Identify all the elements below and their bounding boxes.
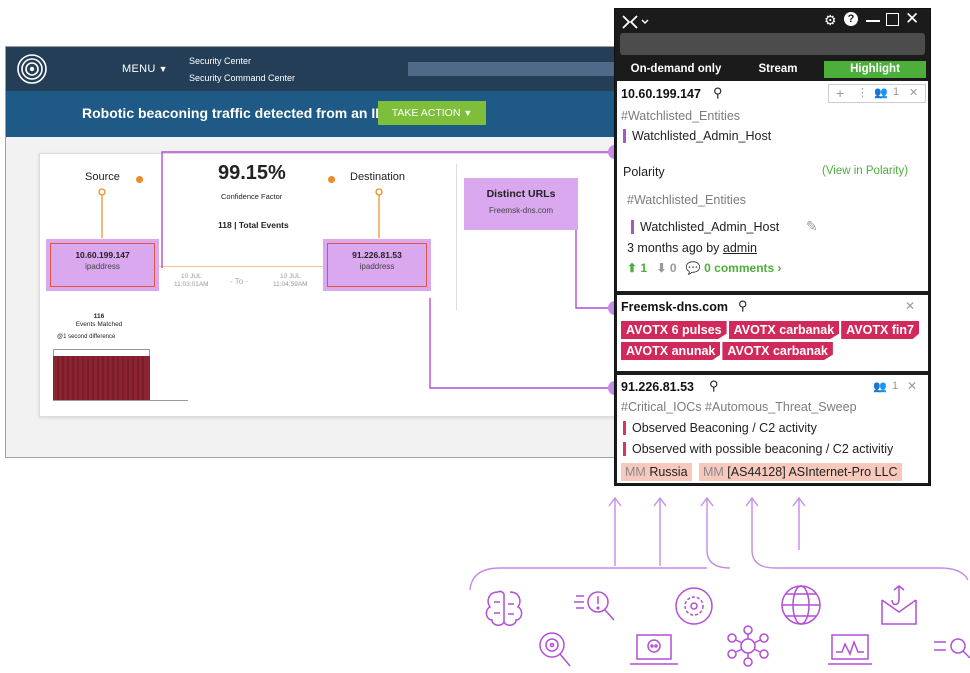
entity-tags[interactable]: #Critical_IOCs #Automous_Threat_Sweep xyxy=(621,400,857,414)
overlay-search-input[interactable] xyxy=(620,33,925,55)
mm-tag[interactable]: MM [AS44128] ASInternet-Pro LLC xyxy=(698,463,902,481)
globe-icon xyxy=(781,585,821,625)
minimize-icon[interactable] xyxy=(866,20,880,22)
mm-prefix: MM xyxy=(702,465,724,479)
search-icon[interactable]: ⚲ xyxy=(713,85,723,101)
meta-prefix: 3 months ago by xyxy=(627,241,723,255)
close-icon[interactable]: ✕ xyxy=(905,299,915,313)
entity-tag[interactable]: #Watchlisted_Entities xyxy=(621,109,740,123)
mm-tags: MM Russia MM [AS44128] ASInternet-Pro LL… xyxy=(621,463,902,481)
search-icon[interactable]: ⚲ xyxy=(738,298,748,314)
search-icon xyxy=(934,638,970,659)
polarity-logo-icon[interactable] xyxy=(621,14,651,30)
entity-item: Observed with possible beaconing / C2 ac… xyxy=(623,442,893,456)
mm-value: Russia xyxy=(649,465,688,479)
close-icon[interactable]: ✕ xyxy=(909,86,918,99)
entity-panel-ip-source: 10.60.199.147 ⚲ + ⋮ 👥 1 ✕ #Watchlisted_E… xyxy=(617,81,928,291)
section-label: Polarity xyxy=(623,165,665,179)
entity-tag[interactable]: #Watchlisted_Entities xyxy=(627,193,746,207)
tab-on-demand[interactable]: On-demand only xyxy=(620,61,732,78)
user-count: 1 xyxy=(893,86,900,98)
vote-row: ⬆ 1 ⬇ 0 💬 0 comments › xyxy=(627,261,782,275)
more-icon[interactable]: ⋮ xyxy=(857,86,868,99)
entity-item: Watchlisted_Admin_Host xyxy=(631,220,779,234)
entity-item: Observed Beaconing / C2 activity xyxy=(623,421,817,435)
help-icon[interactable]: ? xyxy=(844,12,858,26)
entity-panel-ip-destination: 91.226.81.53 ⚲ 👥 1 ✕ #Critical_IOCs #Aut… xyxy=(617,375,928,483)
entity-item: Watchlisted_Admin_Host xyxy=(623,129,771,143)
gear-cycle-icon xyxy=(675,587,713,625)
close-icon[interactable]: ✕ xyxy=(905,9,919,29)
avotx-tag[interactable]: AVOTX anunak xyxy=(621,342,721,360)
comments-link[interactable]: 0 comments xyxy=(704,261,774,275)
edit-icon[interactable]: ✎ xyxy=(806,218,818,235)
upvote-count: 1 xyxy=(640,261,648,275)
avotx-tag[interactable]: AVOTX 6 pulses xyxy=(621,321,727,339)
downvote-icon[interactable]: ⬇ xyxy=(656,261,666,275)
phishing-mail-icon xyxy=(881,585,917,625)
mm-tag[interactable]: MM Russia xyxy=(621,463,692,481)
polarity-overlay: ⚙ ? ✕ On-demand only Stream Highlight 10… xyxy=(614,8,931,486)
tab-stream[interactable]: Stream xyxy=(732,61,824,78)
avotx-tags: AVOTX 6 pulses AVOTX carbanak AVOTX fin7AV… xyxy=(621,321,927,363)
downvote-count: 0 xyxy=(669,261,677,275)
close-icon[interactable]: ✕ xyxy=(907,379,917,393)
annotation-meta: 3 months ago by admin xyxy=(627,241,757,255)
brain-icon xyxy=(485,590,523,626)
tab-highlight[interactable]: Highlight xyxy=(824,61,926,78)
avotx-tag[interactable]: AVOTX carbanak xyxy=(728,321,840,339)
search-icon[interactable]: ⚲ xyxy=(709,378,719,394)
network-icon xyxy=(727,625,769,667)
chevron-right-icon[interactable]: › xyxy=(778,261,782,275)
mm-prefix: MM xyxy=(625,465,646,479)
upvote-icon[interactable]: ⬆ xyxy=(627,261,637,275)
panel-title: Freemsk-dns.com xyxy=(621,300,728,314)
avotx-tag[interactable]: AVOTX carbanak xyxy=(722,342,833,360)
monitor-chart-icon xyxy=(828,634,872,665)
overlay-header: ⚙ ? ✕ xyxy=(615,9,930,33)
user-count: 1 xyxy=(892,380,899,392)
panel-toolbar: + ⋮ 👥 1 ✕ xyxy=(828,84,926,103)
skull-laptop-icon xyxy=(630,634,678,665)
avotx-tag[interactable]: AVOTX fin7 xyxy=(841,321,919,339)
users-icon: 👥 xyxy=(873,381,887,393)
users-icon: 👥 xyxy=(874,87,888,99)
integration-icons xyxy=(485,585,970,667)
comment-icon: 💬 xyxy=(685,261,701,275)
maximize-icon[interactable] xyxy=(886,13,899,26)
add-icon[interactable]: + xyxy=(836,85,844,101)
meta-user-link[interactable]: admin xyxy=(723,241,757,255)
view-in-polarity-link[interactable]: (View in Polarity) xyxy=(822,165,908,177)
entity-panel-domain: Freemsk-dns.com ⚲ ✕ AVOTX 6 pulses AVOTX … xyxy=(617,295,928,371)
panel-title: 91.226.81.53 xyxy=(621,380,694,394)
target-search-icon xyxy=(539,632,571,667)
settings-icon[interactable]: ⚙ xyxy=(824,12,837,29)
mm-value: [AS44128] ASInternet-Pro LLC xyxy=(727,465,898,479)
panel-title: 10.60.199.147 xyxy=(621,87,701,101)
alert-search-icon xyxy=(574,591,615,621)
